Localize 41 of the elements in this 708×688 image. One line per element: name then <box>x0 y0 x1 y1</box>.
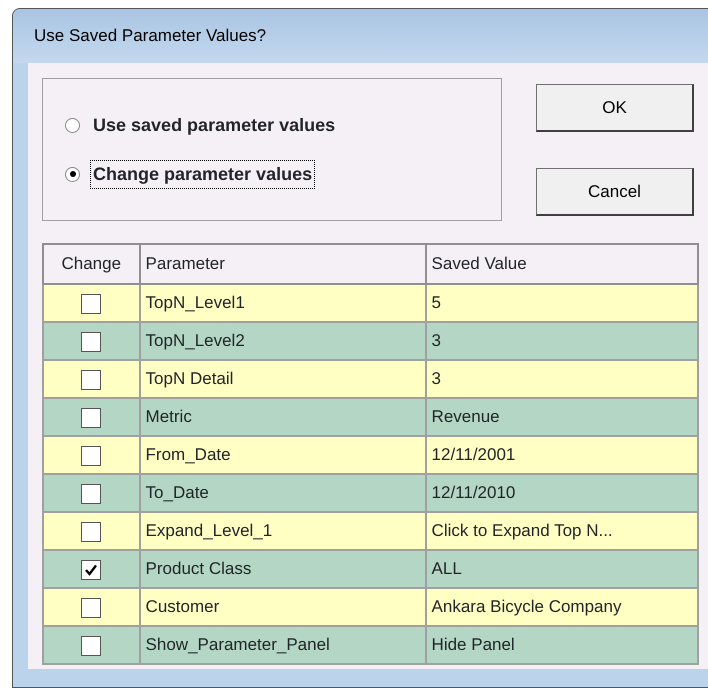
table-cell: Ankara Bicycle Company <box>426 588 698 626</box>
checkbox[interactable] <box>81 560 102 580</box>
checkbox[interactable] <box>81 294 102 314</box>
table-cell: From_Date <box>140 436 426 474</box>
table-cell: Expand_Level_1 <box>140 512 426 550</box>
checkbox[interactable] <box>81 484 102 504</box>
table-cell: Hide Panel <box>426 626 698 664</box>
column-header: Saved Value <box>426 244 698 284</box>
checkbox[interactable] <box>81 522 102 542</box>
table-cell: Click to Expand Top N... <box>426 512 698 550</box>
checkbox[interactable] <box>81 370 102 390</box>
radio-button[interactable] <box>65 118 80 132</box>
column-header: Parameter <box>140 244 426 284</box>
table-cell: 12/11/2001 <box>426 436 698 474</box>
table-cell: Product Class <box>140 550 426 588</box>
checkbox[interactable] <box>81 598 102 618</box>
checkbox[interactable] <box>81 332 102 352</box>
checkmark-icon <box>84 562 98 577</box>
table-cell: TopN_Level2 <box>140 322 426 360</box>
checkbox[interactable] <box>81 636 102 656</box>
table-cell: Show_Parameter_Panel <box>140 626 426 664</box>
window-title: Use Saved Parameter Values? <box>34 25 266 48</box>
table-cell: Revenue <box>426 398 698 436</box>
table-cell: 5 <box>426 284 698 322</box>
table-cell: Metric <box>140 398 426 436</box>
table-cell: To_Date <box>140 474 426 512</box>
table-cell: TopN_Level1 <box>140 284 426 322</box>
radio-label[interactable]: Change parameter values <box>90 160 316 188</box>
cancel-button[interactable]: Cancel <box>536 168 694 216</box>
table-cell: TopN Detail <box>140 360 426 398</box>
table-cell: 12/11/2010 <box>426 474 698 512</box>
ok-button[interactable]: OK <box>536 84 694 132</box>
table-cell: ALL <box>426 550 698 588</box>
table-cell: Customer <box>140 588 426 626</box>
checkbox[interactable] <box>81 446 102 466</box>
table-cell: 3 <box>426 360 698 398</box>
radio-button[interactable] <box>65 166 80 182</box>
radio-label[interactable]: Use saved parameter values <box>90 110 338 140</box>
column-header: Change <box>43 244 140 284</box>
checkbox[interactable] <box>81 408 102 428</box>
table-cell: 3 <box>426 322 698 360</box>
